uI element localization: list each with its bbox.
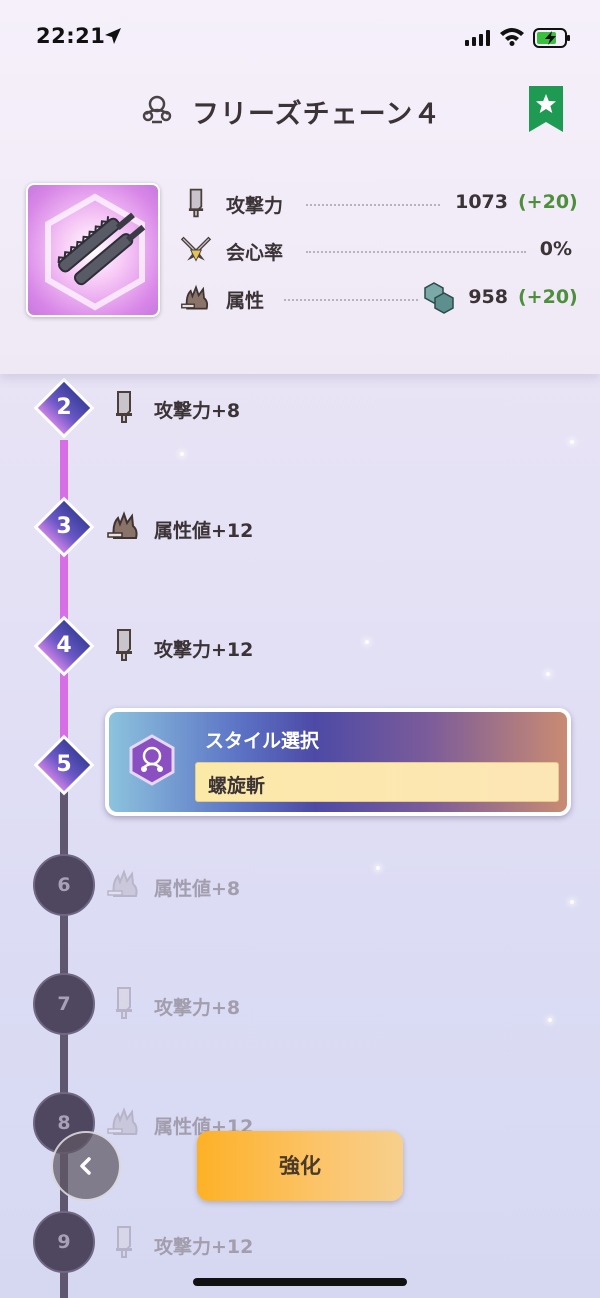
progress-track-unlocked [60, 440, 68, 770]
blade-icon [188, 188, 204, 218]
status-bar: 22:21 [0, 0, 600, 76]
stat-leader-dots [284, 299, 418, 301]
flame-fist-icon [107, 1107, 138, 1135]
battery-charging-icon [533, 28, 570, 48]
style-select-value: 螺旋斬 [208, 775, 266, 797]
weapon-thumbnail [26, 183, 160, 317]
stat-row-element: 属性 958 (+20) [180, 278, 580, 318]
sparkle [365, 640, 369, 644]
star-bookmark-icon[interactable] [529, 86, 563, 132]
sparkle [376, 866, 380, 870]
stat-bonus: (+20) [518, 286, 578, 308]
stat-bonus: (+20) [518, 191, 578, 213]
flame-fist-icon [181, 284, 209, 310]
flame-fist-icon [107, 869, 138, 897]
stat-leader-dots [306, 251, 526, 253]
style-select-field[interactable]: 螺旋斬 [195, 762, 559, 802]
stat-row-critical: 会心率 0% [180, 230, 580, 270]
chevron-left-icon [80, 1157, 91, 1175]
level-label: 攻撃力+8 [154, 997, 241, 1019]
level-number: 2 [56, 395, 72, 420]
ice-element-icon [424, 282, 454, 314]
level-label: 属性値+12 [154, 520, 254, 542]
crossed-swords-icon [180, 236, 212, 262]
stat-leader-dots [306, 204, 440, 206]
stat-value: 0% [539, 238, 572, 260]
stat-value: 958 [468, 286, 508, 308]
title-row: フリーズチェーン４ [0, 86, 600, 134]
level-label: 攻撃力+12 [154, 1236, 254, 1258]
blade-icon [116, 391, 132, 423]
cellular-signal-icon [465, 30, 490, 46]
level-label: 攻撃力+12 [154, 639, 254, 661]
blade-icon [116, 629, 132, 661]
sparkle [548, 1018, 552, 1022]
stat-label: 攻撃力 [226, 195, 284, 217]
back-button[interactable] [51, 1131, 121, 1201]
level-node-circle: 9 [33, 1211, 95, 1273]
style-emblem-icon [142, 95, 172, 124]
stat-label: 属性 [226, 290, 265, 312]
level-label: 攻撃力+8 [154, 400, 241, 422]
stat-value: 1073 [455, 191, 508, 213]
weapon-title: フリーズチェーン４ [192, 99, 442, 130]
weapon-header-panel: 22:21 フリーズチェーン４ 攻撃力 1073 (+20) 会心率 0% 属性… [0, 0, 600, 374]
blade-icon [116, 987, 132, 1019]
stat-row-attack: 攻撃力 1073 (+20) [180, 183, 580, 223]
level-number: 5 [56, 752, 72, 777]
style-emblem-icon [129, 734, 175, 786]
stat-label: 会心率 [226, 242, 284, 264]
style-select-title: スタイル選択 [205, 730, 320, 752]
level-number: 3 [56, 514, 72, 539]
sparkle [546, 672, 550, 676]
sparkle [570, 440, 574, 444]
blade-icon [116, 1226, 132, 1258]
level-node-circle: 6 [33, 854, 95, 916]
location-arrow-icon [105, 28, 121, 44]
status-time: 22:21 [36, 24, 106, 48]
wifi-icon [500, 28, 524, 46]
flame-fist-icon [107, 511, 138, 539]
enhance-button[interactable]: 強化 [197, 1131, 403, 1201]
chain-blade-weapon-icon [45, 193, 146, 311]
level-node-circle: 7 [33, 973, 95, 1035]
sparkle [180, 452, 184, 456]
level-number: 4 [56, 633, 72, 658]
level-label: 属性値+8 [154, 878, 241, 900]
style-select-card[interactable]: スタイル選択 螺旋斬 [105, 708, 571, 816]
home-indicator [193, 1278, 407, 1286]
sparkle [570, 900, 574, 904]
